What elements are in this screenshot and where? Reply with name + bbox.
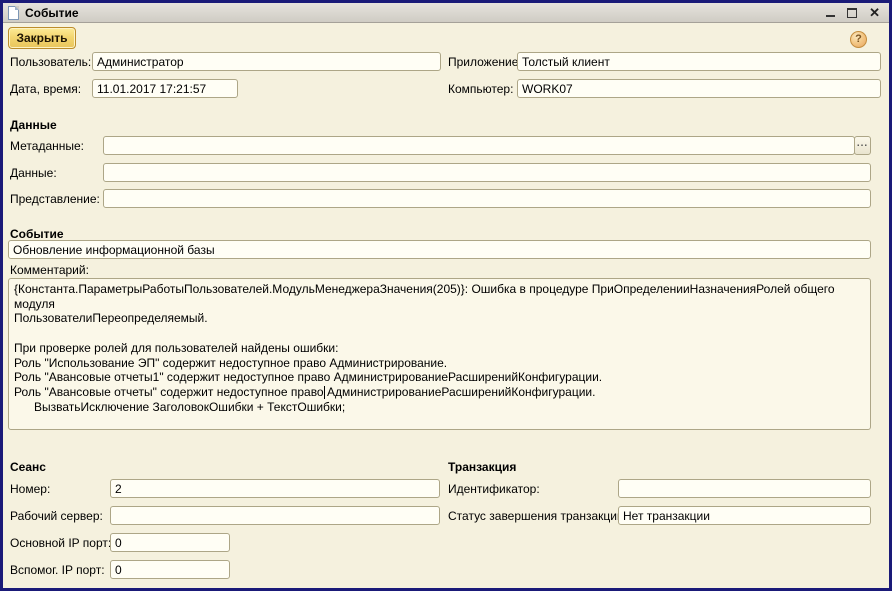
session-number-label: Номер: bbox=[10, 482, 50, 496]
data-section-header: Данные bbox=[10, 118, 57, 132]
main-ip-port-label: Основной IP порт: bbox=[10, 536, 111, 550]
main-ip-port-field[interactable] bbox=[110, 533, 230, 552]
close-button[interactable]: Закрыть bbox=[8, 27, 76, 49]
metadata-field[interactable] bbox=[103, 136, 855, 155]
event-field[interactable] bbox=[8, 240, 871, 259]
user-label: Пользователь: bbox=[10, 55, 91, 69]
datetime-label: Дата, время: bbox=[10, 82, 81, 96]
transaction-id-field[interactable] bbox=[618, 479, 871, 498]
transaction-status-field[interactable] bbox=[618, 506, 871, 525]
metadata-select-button[interactable]: ... bbox=[854, 136, 871, 155]
title-bar: Событие ✕ bbox=[3, 3, 889, 23]
transaction-status-label: Статус завершения транзакции: bbox=[448, 509, 627, 523]
application-label: Приложение: bbox=[448, 55, 522, 69]
session-number-field[interactable] bbox=[110, 479, 440, 498]
form-body: Закрыть ? Пользователь: Приложение: Дата… bbox=[3, 23, 889, 588]
text-cursor bbox=[324, 386, 325, 399]
working-server-label: Рабочий сервер: bbox=[10, 509, 103, 523]
session-section-header: Сеанс bbox=[10, 460, 46, 474]
aux-ip-port-label: Вспомог. IP порт: bbox=[10, 563, 105, 577]
metadata-label: Метаданные: bbox=[10, 139, 84, 153]
comment-label: Комментарий: bbox=[10, 263, 89, 277]
data-label: Данные: bbox=[10, 166, 57, 180]
minimize-icon[interactable] bbox=[826, 8, 835, 17]
computer-field[interactable] bbox=[517, 79, 881, 98]
application-field[interactable] bbox=[517, 52, 881, 71]
event-window: Событие ✕ Закрыть ? Пользователь: Прилож… bbox=[0, 0, 892, 591]
help-icon[interactable]: ? bbox=[850, 31, 867, 48]
user-field[interactable] bbox=[92, 52, 441, 71]
transaction-id-label: Идентификатор: bbox=[448, 482, 540, 496]
close-icon[interactable]: ✕ bbox=[869, 8, 880, 18]
transaction-section-header: Транзакция bbox=[448, 460, 516, 474]
document-icon bbox=[8, 6, 19, 20]
window-title: Событие bbox=[25, 6, 79, 20]
aux-ip-port-field[interactable] bbox=[110, 560, 230, 579]
presentation-label: Представление: bbox=[10, 192, 100, 206]
data-field[interactable] bbox=[103, 163, 871, 182]
presentation-field[interactable] bbox=[103, 189, 871, 208]
working-server-field[interactable] bbox=[110, 506, 440, 525]
datetime-field[interactable] bbox=[92, 79, 238, 98]
maximize-icon[interactable] bbox=[847, 8, 857, 18]
event-section-header: Событие bbox=[10, 227, 64, 241]
window-controls: ✕ bbox=[826, 8, 884, 18]
comment-textarea[interactable]: {Константа.ПараметрыРаботыПользователей.… bbox=[8, 278, 871, 430]
computer-label: Компьютер: bbox=[448, 82, 513, 96]
